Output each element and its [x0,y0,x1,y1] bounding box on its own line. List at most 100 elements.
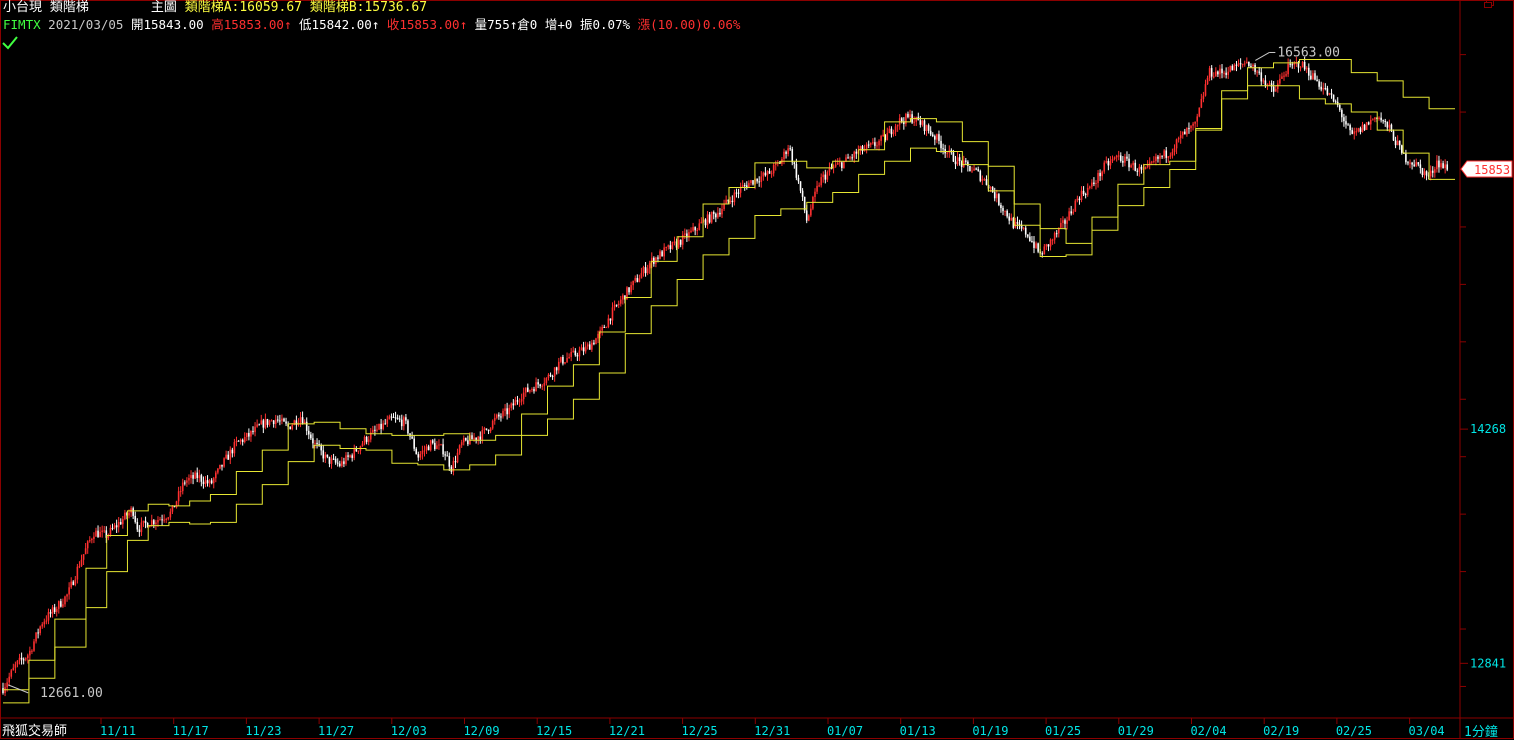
candle-body [101,530,103,532]
candle-body [549,374,552,376]
volume-value: 755 [487,17,510,32]
candle-body [60,601,62,607]
candle-body [1004,210,1006,212]
candle-body [1177,138,1180,140]
candle-body [622,295,624,300]
candle-body [698,223,701,230]
candle-body [1425,171,1428,176]
candle-body [1417,162,1420,165]
candle-body [1035,243,1037,248]
candle-body [648,263,651,269]
candle-body [898,118,901,125]
candle-body [76,566,79,580]
candle-body [1413,164,1415,166]
candle-body [1287,63,1289,75]
candle-body [838,162,841,164]
candle-body [1109,160,1112,166]
candle-body [1268,83,1271,85]
candle-body [26,655,29,659]
candle-body [1029,236,1031,242]
x-tick-label: 01/25 [1045,724,1081,738]
candle-body [363,436,366,444]
candle-body [150,520,153,526]
candle-body [55,608,58,612]
candle-body [1132,162,1134,166]
candle-body [382,423,384,430]
candle-body [144,520,147,524]
candle-body [498,414,500,417]
candle-body [181,482,184,492]
period-selector[interactable]: 1分鐘 [1464,721,1498,740]
candle-body [1006,210,1008,217]
candle-body [1341,109,1343,118]
candle-body [1088,186,1091,188]
candle-body [20,657,23,660]
candle-body [1173,148,1176,152]
candle-body [1324,88,1327,90]
candle-body [673,241,676,243]
amplitude-value: 0.07% [592,17,631,32]
candle-body [465,438,467,441]
candle-body [1113,157,1116,159]
candle-body [617,303,620,306]
candle-body [816,185,818,192]
window-restore-icon[interactable] [1484,0,1494,8]
candle-body [68,587,70,595]
candle-body [915,116,918,122]
candle-body [638,278,641,282]
candle-body [615,304,618,306]
candle-body [1062,220,1064,223]
candle-body [591,342,593,350]
candle-body [117,522,120,528]
chart-labels: 16563.00 12661.00 15853 [8,45,1513,701]
candle-body [504,408,506,411]
candle-body [88,540,91,542]
candle-body [524,387,527,393]
candle-body [425,446,428,451]
candle-body [1225,72,1227,75]
candle-body [710,212,713,223]
candle-body [1372,119,1374,121]
candle-body [756,178,758,182]
candle-body [737,192,740,194]
candle-body [1024,227,1027,235]
high-arrow: ↑ [283,17,292,32]
candle-body [712,212,715,214]
candle-body [952,152,955,162]
candle-body [814,191,816,197]
candle-body [628,287,630,293]
x-tick-label: 03/04 [1409,724,1445,738]
candle-body [655,257,657,264]
candle-body [347,455,349,457]
candle-body [1200,98,1203,108]
candlestick-series [2,56,1449,697]
open-value: 15843.00 [143,17,204,32]
candle-body [1440,163,1442,168]
candle-body [1117,155,1120,157]
candle-body [460,442,463,446]
candle-body [1179,135,1182,139]
candle-body [157,520,159,523]
candle-body [86,541,89,549]
candle-body [671,241,674,249]
candle-body [609,318,612,321]
candle-body [977,169,980,171]
candle-body [851,157,853,159]
candle-body [312,438,314,444]
candle-body [514,400,517,406]
check-icon[interactable] [2,36,18,50]
candle-body [444,454,446,456]
change-value: (10.00) [650,17,703,32]
candle-body [799,181,802,191]
price-chart[interactable]: 12841 14268 11/11 11/17 11/23 11/27 12/03 12/09… [0,0,1514,739]
candle-body [456,452,459,463]
candle-body [1415,162,1418,166]
candle-body [204,480,207,485]
candle-body [1008,216,1011,221]
candle-body [1219,68,1221,75]
candle-body [1126,156,1128,159]
candle-body [396,417,399,419]
candle-body [665,246,668,248]
candle-body [434,442,436,450]
candle-body [564,362,566,364]
